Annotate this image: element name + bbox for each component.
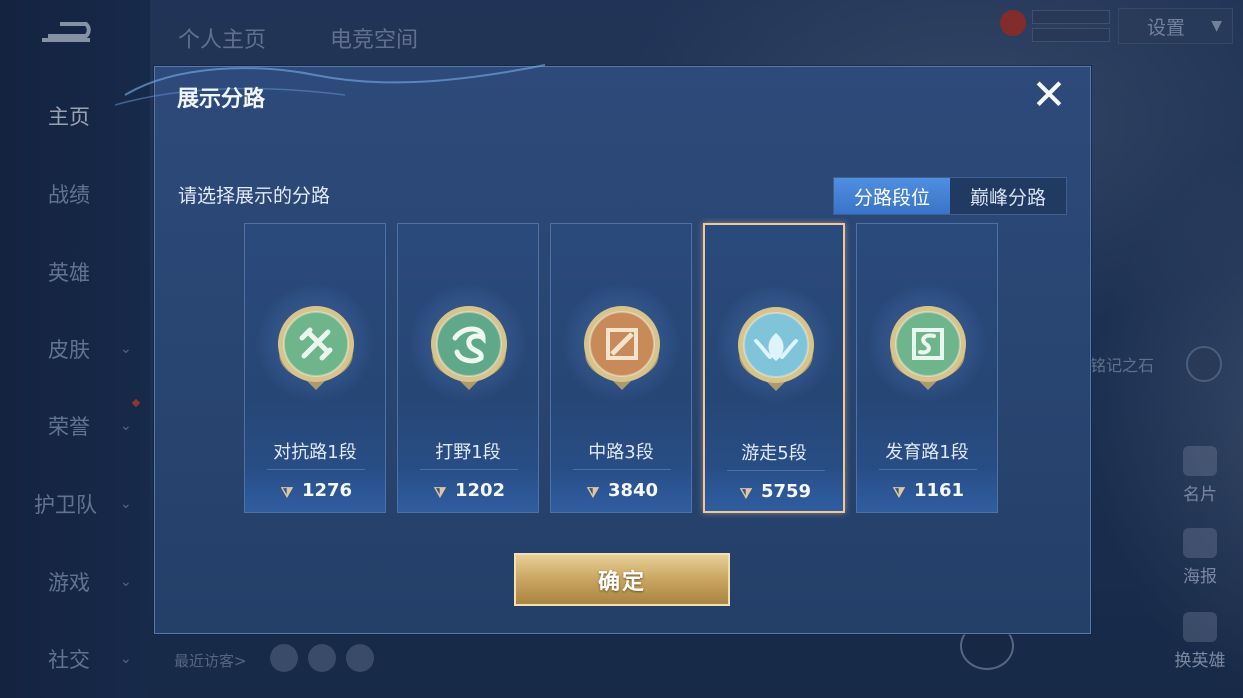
- lane-rank-label: 发育路1段: [885, 442, 969, 463]
- lane-card-list: 对抗路1段 ⧩ 1276 打野1段 ⧩ 1202 中路3段 ⧩ 3840 游走5段 ⧩ 5759 发育路…: [244, 223, 1004, 515]
- lane-points: ⧩ 3840: [551, 480, 691, 501]
- dialog-subtitle: 请选择展示的分路: [178, 185, 331, 207]
- lane-card[interactable]: 发育路1段 ⧩ 1161: [856, 223, 998, 513]
- points-icon: ⧩: [280, 485, 294, 501]
- target-icon: [890, 306, 966, 390]
- view-toggle: 分路段位 巅峰分路: [833, 177, 1067, 215]
- lane-card[interactable]: 打野1段 ⧩ 1202: [397, 223, 539, 513]
- tab-peak-lane[interactable]: 巅峰分路: [950, 178, 1066, 214]
- close-icon[interactable]: ✕: [1027, 73, 1071, 117]
- lane-select-dialog: 展示分路 ✕ 请选择展示的分路 分路段位 巅峰分路 对抗路1段 ⧩ 1276 打野1段…: [115, 64, 1091, 634]
- swords-icon: [278, 306, 354, 390]
- points-value: 1276: [301, 480, 353, 501]
- points-icon: ⧩: [586, 485, 600, 501]
- lane-card[interactable]: 中路3段 ⧩ 3840: [550, 223, 692, 513]
- wings-icon: [738, 307, 814, 391]
- lane-points: ⧩ 5759: [705, 481, 843, 502]
- lane-rank-label: 游走5段: [741, 443, 807, 464]
- points-value: 3840: [607, 480, 659, 501]
- lane-rank-label: 中路3段: [588, 442, 654, 463]
- lane-points: ⧩ 1276: [245, 480, 385, 501]
- points-value: 5759: [760, 481, 812, 502]
- points-value: 1202: [454, 480, 506, 501]
- points-icon: ⧩: [433, 485, 447, 501]
- lane-points: ⧩ 1161: [857, 480, 997, 501]
- tab-lane-rank[interactable]: 分路段位: [834, 178, 950, 214]
- slash-icon: [584, 306, 660, 390]
- points-icon: ⧩: [739, 486, 753, 502]
- lane-card[interactable]: 游走5段 ⧩ 5759: [703, 223, 845, 513]
- points-value: 1161: [913, 480, 965, 501]
- confirm-button[interactable]: 确定: [514, 553, 730, 606]
- lane-rank-label: 对抗路1段: [273, 442, 357, 463]
- points-icon: ⧩: [892, 485, 906, 501]
- lane-card[interactable]: 对抗路1段 ⧩ 1276: [244, 223, 386, 513]
- dragon-icon: [431, 306, 507, 390]
- lane-points: ⧩ 1202: [398, 480, 538, 501]
- dialog-title: 展示分路: [177, 87, 266, 112]
- lane-rank-label: 打野1段: [435, 442, 501, 463]
